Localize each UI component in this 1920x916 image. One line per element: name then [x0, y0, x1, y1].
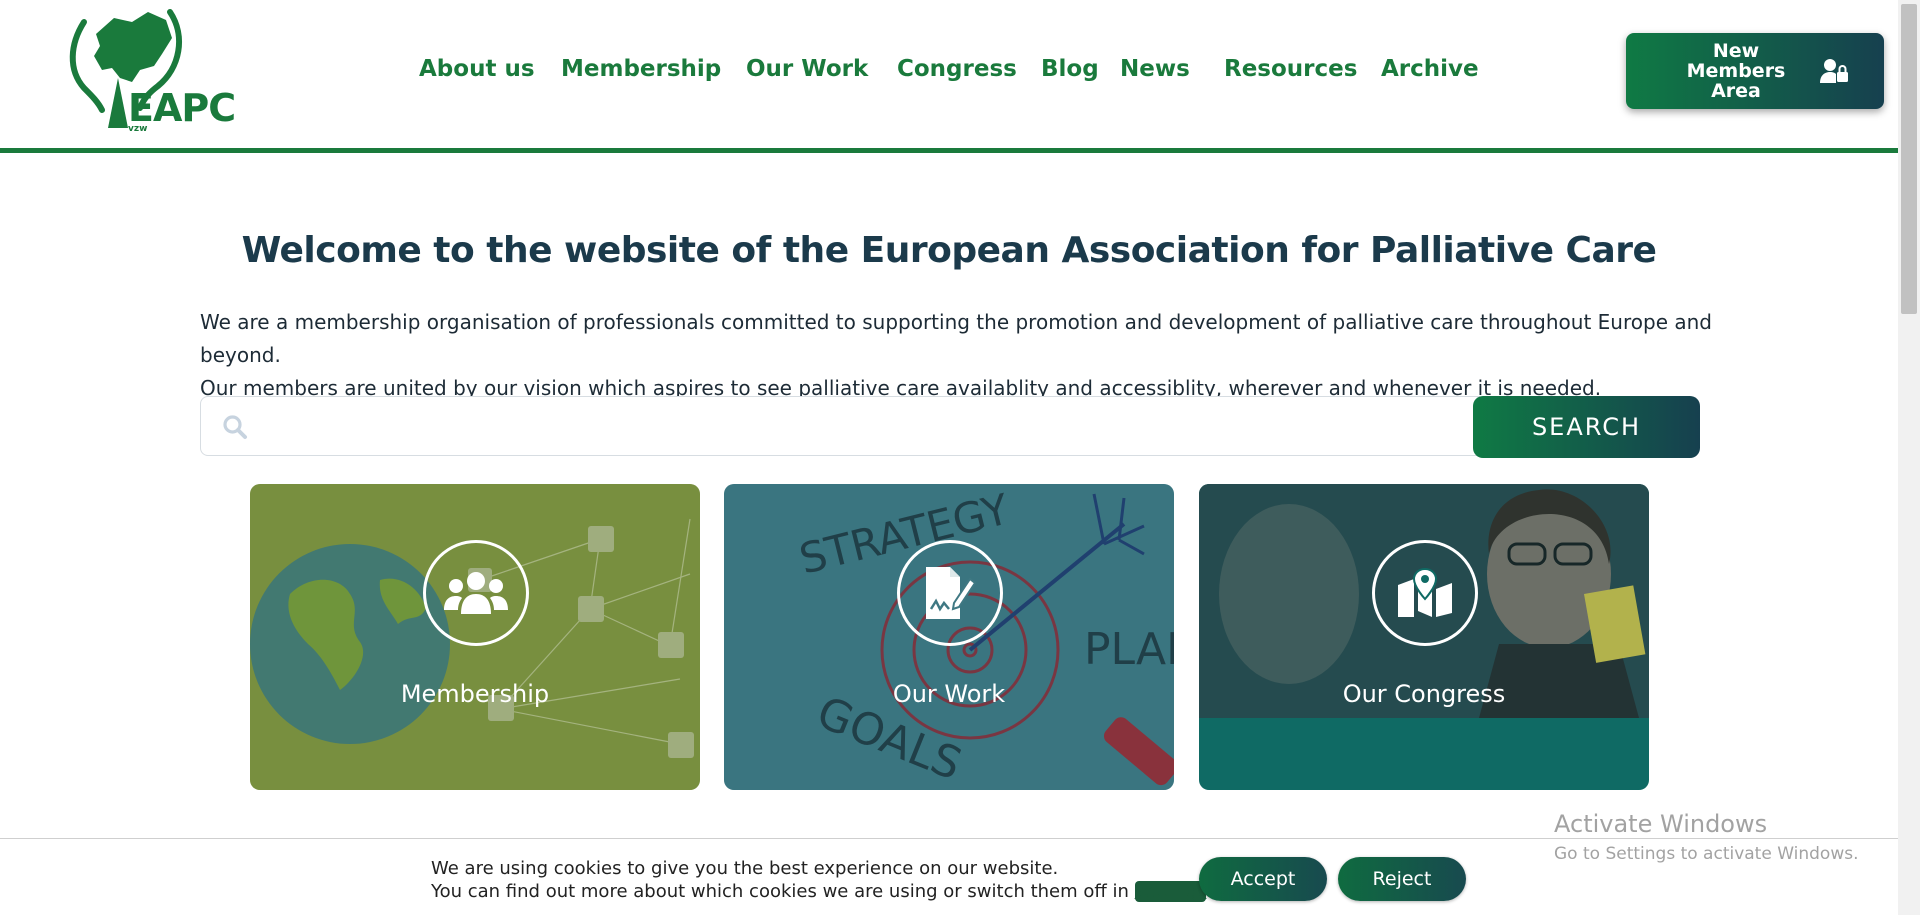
- cookie-line-1: We are using cookies to give you the bes…: [431, 858, 1059, 879]
- card-our-congress[interactable]: Our Congress: [1199, 484, 1649, 790]
- nav-archive[interactable]: Archive: [1381, 56, 1479, 82]
- cookie-message: We are using cookies to give you the bes…: [431, 857, 1212, 903]
- card-our-work[interactable]: STRATEGY PLAN GOALS Our Work: [724, 484, 1174, 790]
- card-our-work-label: Our Work: [892, 680, 1006, 708]
- page-title: Welcome to the website of the European A…: [241, 230, 1657, 271]
- cookie-line-2: You can find out more about which cookie…: [431, 880, 1212, 903]
- nav-blog[interactable]: Blog: [1041, 56, 1099, 82]
- page-scrollbar[interactable]: [1898, 0, 1920, 915]
- membership-icon-circle: [423, 540, 529, 646]
- nav-membership[interactable]: Membership: [561, 56, 721, 82]
- watermark-title: Activate Windows: [1554, 810, 1768, 838]
- new-members-area-button[interactable]: New Members Area: [1626, 33, 1884, 109]
- file-signature-icon: [926, 567, 976, 619]
- our-congress-icon-circle: [1372, 540, 1478, 646]
- members-button-label: New Members Area: [1686, 40, 1786, 102]
- nav-resources[interactable]: Resources: [1224, 56, 1357, 82]
- search-button[interactable]: SEARCH: [1473, 396, 1700, 458]
- our-work-icon-circle: [897, 540, 1003, 646]
- logo-subtext: vzw: [128, 124, 148, 134]
- watermark-subtitle: Go to Settings to activate Windows.: [1554, 844, 1859, 864]
- search-bar: SEARCH: [200, 396, 1700, 458]
- windows-activation-watermark: Activate Windows Go to Settings to activ…: [1554, 810, 1859, 864]
- cookie-accept-button[interactable]: Accept: [1199, 857, 1327, 901]
- user-lock-icon: [1820, 59, 1848, 83]
- users-icon: [444, 572, 508, 614]
- card-membership-label: Membership: [400, 680, 550, 708]
- cookie-settings-link[interactable]: settings: [1134, 881, 1207, 902]
- card-our-congress-label: Our Congress: [1342, 680, 1506, 708]
- cookie-reject-button[interactable]: Reject: [1338, 857, 1466, 901]
- nav-congress[interactable]: Congress: [897, 56, 1017, 82]
- map-marker-icon: [1398, 567, 1452, 617]
- search-icon: [223, 415, 247, 439]
- nav-news[interactable]: News: [1120, 56, 1190, 82]
- site-header: EAPC vzw About us Membership Our Work Co…: [0, 0, 1898, 153]
- intro-text: We are a membership organisation of prof…: [200, 306, 1720, 405]
- nav-about-us[interactable]: About us: [419, 56, 535, 82]
- search-input[interactable]: [200, 396, 1480, 456]
- scrollbar-thumb[interactable]: [1901, 4, 1917, 314]
- intro-line-1: We are a membership organisation of prof…: [200, 310, 1712, 367]
- card-membership[interactable]: Membership: [250, 484, 700, 790]
- nav-our-work[interactable]: Our Work: [746, 56, 868, 82]
- cookie-line-2-text: You can find out more about which cookie…: [431, 881, 1135, 902]
